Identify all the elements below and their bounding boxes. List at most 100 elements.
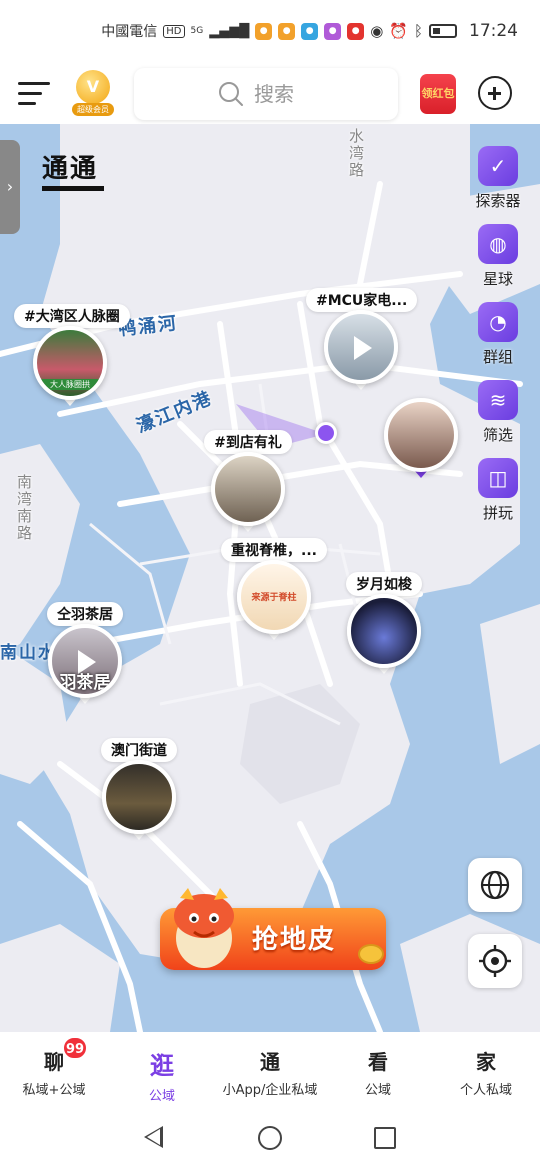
bluetooth-icon: ᛒ bbox=[413, 22, 423, 40]
nav-tab-subtitle: 个人私域 bbox=[459, 1083, 512, 1098]
menu-item-explorer[interactable]: ✓ 探索器 bbox=[468, 146, 528, 224]
poi-label: #MCU家电... bbox=[306, 288, 418, 312]
menu-item-play[interactable]: ◫ 拼玩 bbox=[468, 458, 528, 536]
menu-item-planet[interactable]: ◍ 星球 bbox=[468, 224, 528, 302]
menu-item-label: 星球 bbox=[482, 270, 513, 288]
menu-item-filter[interactable]: ≋ 筛选 bbox=[468, 380, 528, 458]
home-icon[interactable] bbox=[258, 1126, 282, 1150]
poi-thumbnail bbox=[102, 760, 176, 834]
nav-tab-title: 通 bbox=[260, 1050, 280, 1074]
poi-caption: 大人脉圈拱 bbox=[37, 379, 103, 390]
map-poi-avatar[interactable] bbox=[382, 398, 460, 478]
nav-tab-watch[interactable]: 看 公域 bbox=[324, 1032, 432, 1106]
page-title-underline bbox=[42, 186, 104, 191]
nav-tab-home[interactable]: 家 个人私域 bbox=[432, 1032, 540, 1106]
system-nav-bar bbox=[0, 1106, 540, 1170]
locate-button[interactable] bbox=[468, 934, 522, 988]
user-location-marker bbox=[315, 422, 337, 444]
hd-indicator: HD bbox=[163, 24, 185, 38]
nav-tab-title: 逛 bbox=[150, 1052, 174, 1080]
coin-icon bbox=[358, 944, 384, 964]
nav-tab-subtitle: 小App/企业私域 bbox=[222, 1083, 318, 1098]
status-bar: 中國電信 HD 5G ▂▄▆█ ● ● ● ● ● ◉ ⏰ ᛒ 17:24 bbox=[0, 0, 540, 62]
recent-apps-icon[interactable] bbox=[374, 1127, 396, 1149]
filter-icon: ≋ bbox=[478, 380, 518, 420]
app-notification-icon: ● bbox=[324, 22, 342, 40]
map-label-road: 水湾路 bbox=[347, 128, 365, 179]
nav-tab-title: 家 bbox=[476, 1050, 496, 1074]
play-icon bbox=[354, 336, 372, 360]
map-layer-button[interactable] bbox=[468, 858, 522, 912]
gamepad-icon: ◫ bbox=[478, 458, 518, 498]
poi-label: 岁月如梭 bbox=[346, 572, 422, 596]
alarm-icon: ⏰ bbox=[389, 22, 408, 40]
signal-icon: ▂▄▆█ bbox=[209, 23, 250, 39]
add-icon[interactable] bbox=[478, 76, 512, 110]
bottom-nav: 聊 私域+公域 99 逛 公域 通 小App/企业私域 看 公域 家 个人私域 bbox=[0, 1032, 540, 1106]
poi-thumbnail bbox=[211, 452, 285, 526]
poi-label: 重视脊椎，... bbox=[221, 538, 327, 562]
battery-icon bbox=[429, 24, 457, 38]
app-notification-icon: ● bbox=[278, 22, 296, 40]
menu-item-label: 筛选 bbox=[482, 426, 513, 444]
map-poi[interactable]: 澳门街道 bbox=[86, 738, 192, 840]
poi-label: #大湾区人脉圈 bbox=[14, 304, 130, 328]
eye-icon: ◉ bbox=[370, 22, 384, 40]
menu-item-label: 探索器 bbox=[475, 192, 521, 210]
nav-tab-chat[interactable]: 聊 私域+公域 99 bbox=[0, 1032, 108, 1106]
map-poi[interactable]: 重视脊椎，... 来源于脊柱 bbox=[218, 538, 330, 640]
poi-label: #到店有礼 bbox=[204, 430, 292, 454]
poi-caption: 来源于脊柱 bbox=[251, 593, 297, 603]
menu-item-group[interactable]: ◔ 群组 bbox=[468, 302, 528, 380]
top-bar: V 超级会员 领红包 bbox=[0, 62, 540, 124]
group-chat-icon: ◔ bbox=[478, 302, 518, 342]
nav-tab-subtitle: 公域 bbox=[364, 1083, 391, 1098]
map-label-road: 南湾南路 bbox=[15, 474, 33, 542]
network-type: 5G bbox=[190, 26, 204, 36]
poi-thumbnail: 大人脉圈拱 bbox=[33, 326, 107, 400]
side-drawer-handle[interactable]: › bbox=[0, 140, 20, 234]
nav-tab-browse[interactable]: 逛 公域 bbox=[108, 1032, 216, 1106]
red-envelope-icon[interactable]: 领红包 bbox=[420, 74, 456, 114]
grab-land-button[interactable]: 抢地皮 bbox=[152, 886, 388, 980]
poi-thumbnail: 羽茶居 bbox=[48, 624, 122, 698]
poi-label: 澳门街道 bbox=[101, 738, 177, 762]
menu-item-label: 拼玩 bbox=[482, 504, 513, 522]
back-icon[interactable] bbox=[144, 1126, 163, 1148]
nav-tab-subtitle: 公域 bbox=[148, 1089, 175, 1104]
poi-thumbnail bbox=[347, 594, 421, 668]
map-poi[interactable]: 岁月如梭 bbox=[330, 572, 438, 674]
page-title: 通通 bbox=[42, 154, 99, 184]
nav-tab-title: 看 bbox=[368, 1050, 388, 1074]
poi-caption: 羽茶居 bbox=[59, 673, 111, 693]
map-poi[interactable]: #MCU家电... bbox=[306, 288, 418, 390]
planet-icon: ◍ bbox=[478, 224, 518, 264]
poi-thumbnail: 来源于脊柱 bbox=[237, 560, 311, 634]
nav-tab-title: 聊 bbox=[44, 1050, 64, 1074]
unread-badge: 99 bbox=[62, 1036, 88, 1060]
search-input[interactable] bbox=[254, 82, 314, 106]
map-poi[interactable]: #大湾区人脉圈 大人脉圈拱 bbox=[14, 304, 130, 406]
search-icon bbox=[219, 82, 243, 106]
globe-icon bbox=[480, 870, 510, 900]
map-poi[interactable]: 仝羽茶居 羽茶居 bbox=[30, 602, 140, 704]
dragon-mascot-icon bbox=[174, 888, 234, 968]
vip-crown-icon: V bbox=[76, 70, 110, 104]
menu-icon[interactable] bbox=[18, 82, 52, 106]
poi-thumbnail bbox=[384, 398, 458, 472]
poi-label: 仝羽茶居 bbox=[47, 602, 123, 626]
app-notification-icon: ● bbox=[255, 22, 273, 40]
locate-icon bbox=[479, 945, 511, 977]
search-box[interactable] bbox=[134, 68, 398, 120]
carrier-name: 中國電信 bbox=[101, 24, 158, 40]
menu-item-label: 群组 bbox=[482, 348, 513, 366]
vip-badge[interactable]: V 超级会员 bbox=[72, 70, 114, 116]
app-notification-icon: ● bbox=[347, 22, 365, 40]
grab-land-label: 抢地皮 bbox=[252, 925, 337, 955]
map-poi[interactable]: #到店有礼 bbox=[196, 430, 300, 532]
nav-tab-connect[interactable]: 通 小App/企业私域 bbox=[216, 1032, 324, 1106]
map-view[interactable]: 鸭涌河 濠江内港 水湾路 南湾南路 南山水 › 通通 ✓ 探索器 ◍ 星球 ◔ … bbox=[0, 124, 540, 1032]
app-notification-icon: ● bbox=[301, 22, 319, 40]
explorer-icon: ✓ bbox=[478, 146, 518, 186]
nav-tab-subtitle: 私域+公域 bbox=[22, 1083, 86, 1098]
